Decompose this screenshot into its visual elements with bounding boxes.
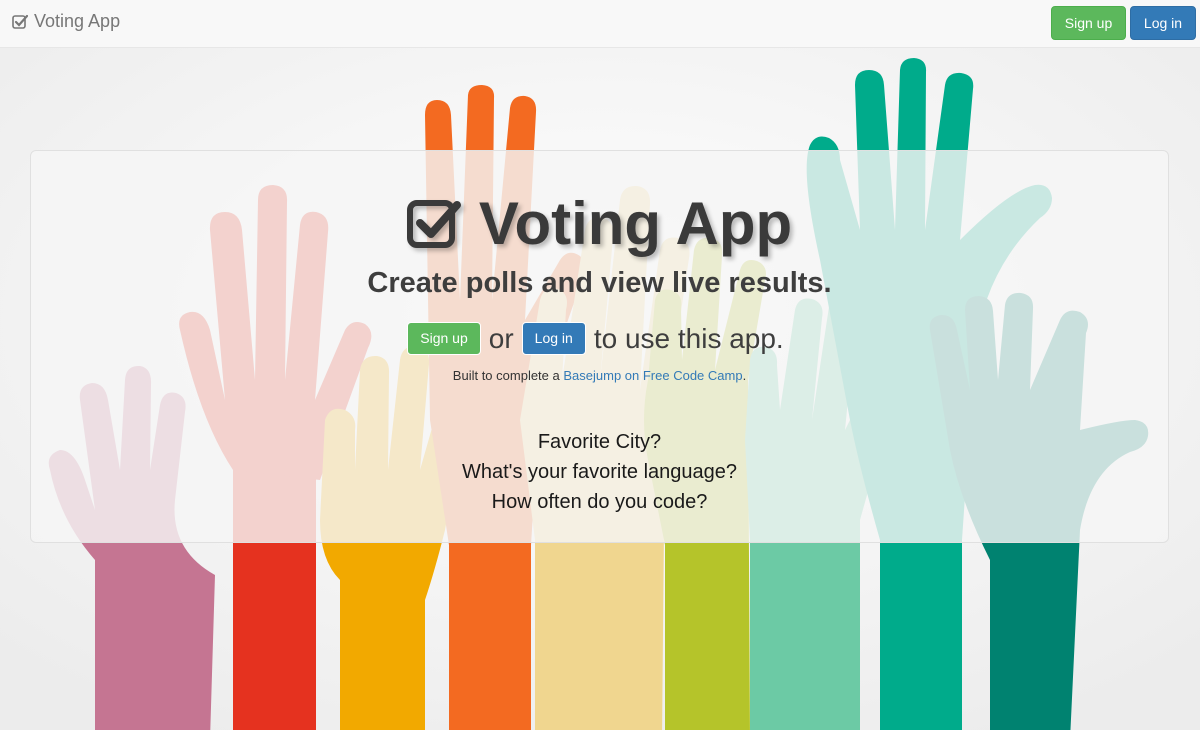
built-with-note: Built to complete a Basejump on Free Cod…	[31, 368, 1168, 383]
or-text: or	[488, 322, 514, 354]
hero-signup-button[interactable]: Sign up	[407, 322, 481, 355]
hero-subtitle: Create polls and view live results.	[367, 267, 832, 299]
navbar: Voting App Sign up Log in	[0, 0, 1200, 48]
built-prefix: Built to complete a	[452, 368, 560, 383]
poll-item[interactable]: How often do you code?	[31, 487, 1168, 517]
poll-item[interactable]: Favorite City?	[31, 427, 1168, 457]
nav-login-button[interactable]: Log in	[1130, 6, 1196, 40]
basejump-link[interactable]: Basejump on Free Code Camp	[563, 368, 742, 383]
hero-jumbotron: Voting App Create polls and view live re…	[30, 150, 1169, 543]
cta-tail-text: to use this app.	[593, 322, 784, 354]
cta-row: Sign up or Log in to use this app.	[31, 322, 1168, 355]
brand-link[interactable]: Voting App	[12, 11, 120, 32]
check-square-icon	[406, 199, 461, 248]
poll-item[interactable]: What's your favorite language?	[31, 457, 1168, 487]
hero-login-button[interactable]: Log in	[521, 322, 586, 355]
check-square-icon	[12, 14, 28, 29]
hero-title: Voting App	[31, 189, 1168, 258]
brand-label: Voting App	[34, 11, 121, 31]
hero-title-text: Voting App	[478, 190, 793, 257]
poll-list: Favorite City? What's your favorite lang…	[31, 427, 1168, 517]
built-suffix: .	[742, 368, 747, 383]
nav-signup-button[interactable]: Sign up	[1051, 6, 1126, 40]
